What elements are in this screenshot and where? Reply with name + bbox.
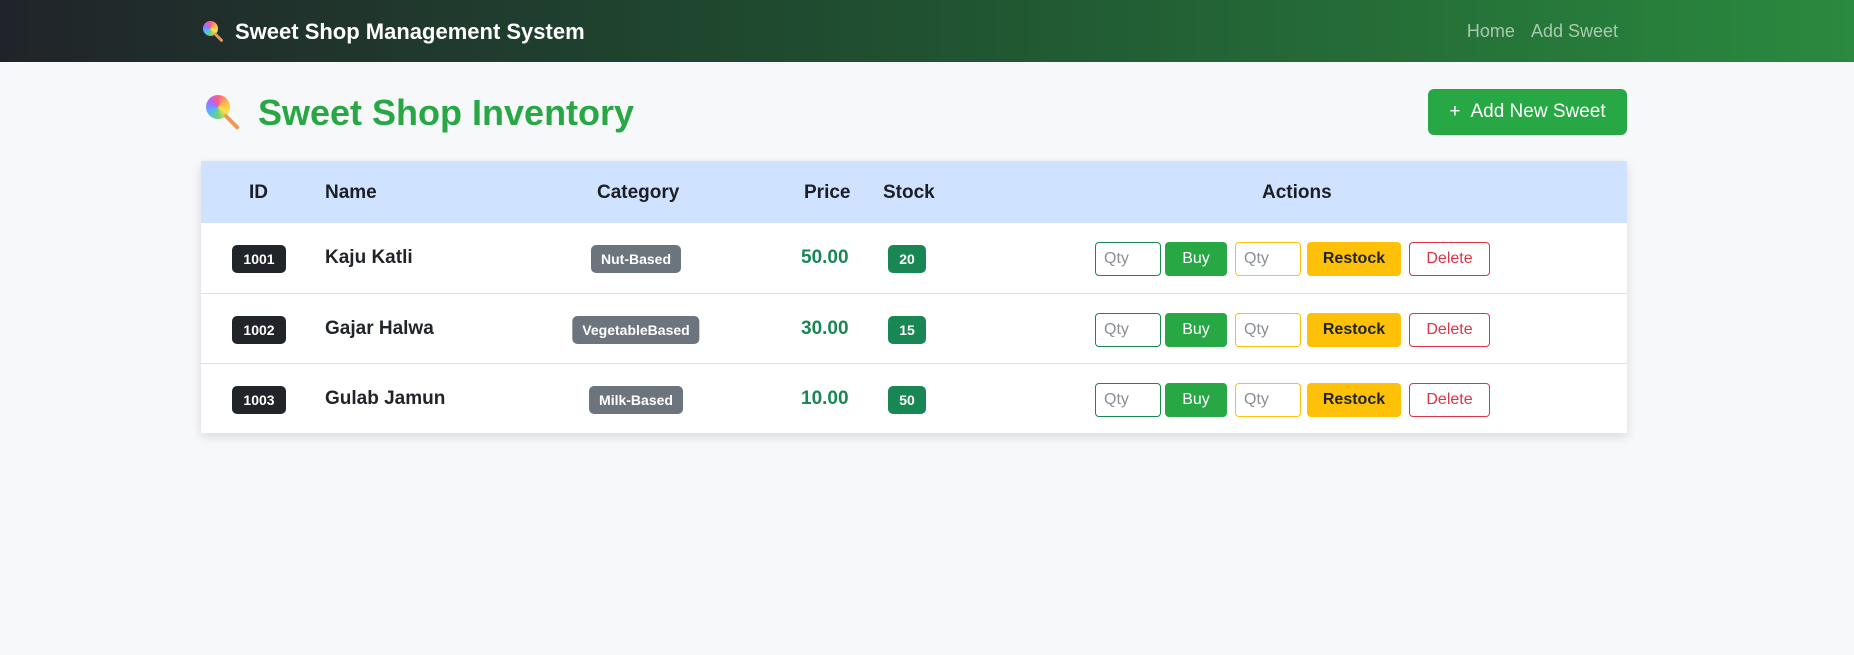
nav-link-home[interactable]: Home	[1467, 21, 1515, 42]
add-new-sweet-button[interactable]: + Add New Sweet	[1428, 89, 1627, 135]
stock-badge: 20	[888, 245, 926, 273]
inventory-table: ID Name Category Price Stock Actions 100…	[201, 161, 1627, 433]
table-row: 1001 Kaju Katli Nut-Based 50.00 20 Buy R…	[201, 223, 1627, 293]
sweet-name: Gajar Halwa	[325, 318, 434, 339]
page-title: Sweet Shop Inventory	[206, 92, 634, 134]
category-badge: VegetableBased	[572, 316, 700, 344]
price: 30.00	[801, 318, 849, 339]
lollipop-icon	[203, 21, 225, 43]
restock-button[interactable]: Restock	[1307, 383, 1401, 417]
buy-button[interactable]: Buy	[1165, 383, 1227, 417]
lollipop-icon	[206, 95, 244, 131]
nav-link-add-sweet[interactable]: Add Sweet	[1531, 21, 1618, 42]
table-header: ID Name Category Price Stock Actions	[201, 161, 1627, 223]
sweet-name: Gulab Jamun	[325, 388, 446, 409]
top-navbar: Sweet Shop Management System Home Add Sw…	[0, 0, 1854, 62]
buy-qty-input[interactable]	[1095, 242, 1161, 276]
restock-button[interactable]: Restock	[1307, 242, 1401, 276]
id-badge: 1001	[232, 245, 286, 273]
stock-badge: 15	[888, 316, 926, 344]
column-header-actions: Actions	[1262, 182, 1332, 203]
brand-label: Sweet Shop Management System	[235, 19, 585, 44]
restock-qty-input[interactable]	[1235, 242, 1301, 276]
restock-button[interactable]: Restock	[1307, 313, 1401, 347]
buy-button[interactable]: Buy	[1165, 313, 1227, 347]
buy-button[interactable]: Buy	[1165, 242, 1227, 276]
add-new-sweet-label: Add New Sweet	[1470, 101, 1606, 122]
buy-qty-input[interactable]	[1095, 383, 1161, 417]
buy-qty-input[interactable]	[1095, 313, 1161, 347]
restock-qty-input[interactable]	[1235, 313, 1301, 347]
delete-button[interactable]: Delete	[1409, 383, 1490, 417]
column-header-price: Price	[804, 182, 851, 203]
table-row: 1002 Gajar Halwa VegetableBased 30.00 15…	[201, 293, 1627, 363]
column-header-category: Category	[597, 182, 680, 203]
column-header-id: ID	[249, 182, 268, 203]
restock-qty-input[interactable]	[1235, 383, 1301, 417]
plus-icon: +	[1449, 101, 1461, 122]
delete-button[interactable]: Delete	[1409, 313, 1490, 347]
page-title-text: Sweet Shop Inventory	[258, 92, 635, 133]
category-badge: Milk-Based	[589, 386, 683, 414]
navbar-brand[interactable]: Sweet Shop Management System	[203, 18, 585, 46]
column-header-name: Name	[325, 182, 377, 203]
category-badge: Nut-Based	[590, 245, 682, 273]
id-badge: 1002	[232, 316, 286, 344]
table-row: 1003 Gulab Jamun Milk-Based 10.00 50 Buy…	[201, 363, 1627, 433]
price: 50.00	[801, 247, 849, 268]
stock-badge: 50	[888, 386, 926, 414]
sweet-name: Kaju Katli	[325, 247, 413, 268]
column-header-stock: Stock	[883, 182, 935, 203]
nav-links: Home Add Sweet	[1467, 21, 1618, 42]
delete-button[interactable]: Delete	[1409, 242, 1490, 276]
price: 10.00	[801, 388, 849, 409]
id-badge: 1003	[232, 386, 286, 414]
